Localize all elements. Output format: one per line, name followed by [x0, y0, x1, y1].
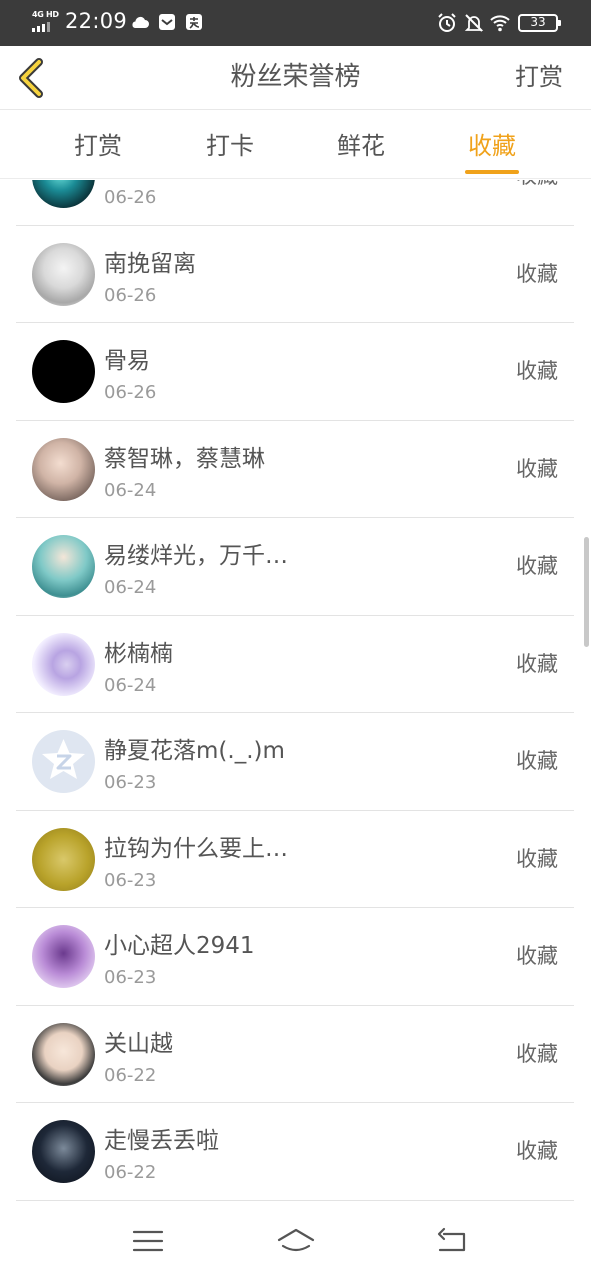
avatar[interactable] — [32, 437, 95, 501]
back-icon[interactable] — [432, 1224, 472, 1258]
date: 06-23 — [104, 772, 157, 793]
cloud-icon — [132, 16, 149, 28]
list-item[interactable]: 拉钩为什么要上… 06-23 收藏 — [16, 811, 574, 908]
status-bar: 4G HD 22:09 33 — [0, 0, 591, 46]
action-label: 收藏 — [516, 1139, 558, 1163]
date: 06-23 — [104, 869, 157, 891]
list-item[interactable]: 蔡智琳，蔡慧琳 06-24 收藏 — [16, 421, 574, 518]
list-item[interactable]: 关山越 06-22 收藏 — [16, 1006, 574, 1103]
date: 06-24 — [104, 577, 157, 598]
user-name: 关山越 — [104, 1030, 173, 1057]
message-icon — [159, 14, 175, 30]
action-label: 收藏 — [516, 554, 558, 578]
alipay-icon — [186, 14, 202, 30]
battery-level: 33 — [530, 15, 546, 29]
avatar[interactable] — [32, 180, 95, 208]
header: 粉丝荣誉榜 打赏 — [0, 46, 591, 110]
avatar[interactable] — [32, 925, 95, 988]
list-item[interactable]: 骨易 06-26 收藏 — [16, 323, 574, 421]
battery-icon: 33 — [518, 14, 561, 32]
avatar[interactable] — [32, 730, 95, 793]
user-name: 骨易 — [104, 348, 150, 374]
mute-icon — [464, 14, 484, 32]
list-item[interactable]: 南挽留离 06-26 收藏 — [16, 226, 574, 323]
back-arrow-icon[interactable] — [12, 56, 52, 100]
action-label: 收藏 — [516, 180, 558, 190]
action-label: 收藏 — [516, 1041, 558, 1066]
tab-reward[interactable]: 打赏 — [58, 111, 138, 179]
list-item[interactable]: 神水 06-26 收藏 — [16, 180, 574, 226]
action-label: 收藏 — [516, 749, 558, 773]
wifi-icon — [490, 15, 510, 32]
user-name: 南挽留离 — [104, 250, 196, 277]
list-item[interactable]: 小心超人2941 06-23 收藏 — [16, 908, 574, 1006]
default-avatar-icon — [42, 739, 85, 779]
avatar[interactable] — [32, 1022, 95, 1086]
home-icon[interactable] — [276, 1224, 316, 1258]
action-label: 收藏 — [516, 261, 558, 286]
tab-bar: 打赏 打卡 鲜花 收藏 — [0, 111, 591, 179]
date: 06-22 — [104, 1064, 157, 1086]
user-name: 静夏花落m(._.)m — [104, 738, 285, 764]
user-name: 走慢丢丢啦 — [104, 1128, 219, 1154]
user-name: 拉钩为什么要上… — [104, 835, 288, 862]
alarm-icon — [438, 13, 456, 32]
date: 06-26 — [104, 187, 157, 208]
date: 06-26 — [104, 284, 157, 306]
list-item[interactable]: 静夏花落m(._.)m 06-23 收藏 — [16, 713, 574, 811]
avatar[interactable] — [32, 535, 95, 598]
avatar[interactable] — [32, 340, 95, 403]
tab-favorites[interactable]: 收藏 — [452, 111, 532, 179]
date: 06-24 — [104, 674, 157, 696]
action-label: 收藏 — [516, 359, 558, 383]
menu-icon[interactable] — [128, 1224, 168, 1258]
avatar[interactable] — [32, 632, 95, 696]
avatar[interactable] — [32, 1120, 95, 1183]
list-item[interactable]: 彬楠楠 06-24 收藏 — [16, 616, 574, 713]
list-item[interactable]: 易缕烊光，万千… 06-24 收藏 — [16, 518, 574, 616]
date: 06-24 — [104, 479, 157, 501]
user-name: 易缕烊光，万千… — [104, 543, 288, 569]
reward-button[interactable]: 打赏 — [515, 46, 563, 108]
avatar[interactable] — [32, 242, 95, 306]
action-label: 收藏 — [516, 944, 558, 968]
clock: 22:09 — [65, 9, 128, 33]
page-title: 粉丝荣誉榜 — [230, 62, 361, 92]
system-nav-bar — [0, 1210, 591, 1280]
network-type: 4G HD — [32, 10, 59, 19]
action-label: 收藏 — [516, 651, 558, 676]
user-name: 彬楠楠 — [104, 640, 173, 667]
user-name: 蔡智琳，蔡慧琳 — [104, 445, 265, 472]
fan-list[interactable]: 神水 06-26 收藏 南挽留离 06-26 收藏 骨易 06-26 收藏 蔡智… — [0, 180, 591, 1210]
date: 06-26 — [104, 382, 157, 403]
avatar[interactable] — [32, 827, 95, 891]
signal-icon: 4G HD — [32, 10, 60, 33]
tab-checkin[interactable]: 打卡 — [190, 111, 270, 179]
date: 06-23 — [104, 967, 157, 988]
action-label: 收藏 — [516, 846, 558, 871]
user-name: 小心超人2941 — [104, 933, 255, 959]
scrollbar[interactable] — [584, 537, 589, 647]
action-label: 收藏 — [516, 456, 558, 481]
date: 06-22 — [104, 1162, 157, 1183]
list-item[interactable]: 走慢丢丢啦 06-22 收藏 — [16, 1103, 574, 1201]
tab-flowers[interactable]: 鲜花 — [321, 111, 401, 179]
